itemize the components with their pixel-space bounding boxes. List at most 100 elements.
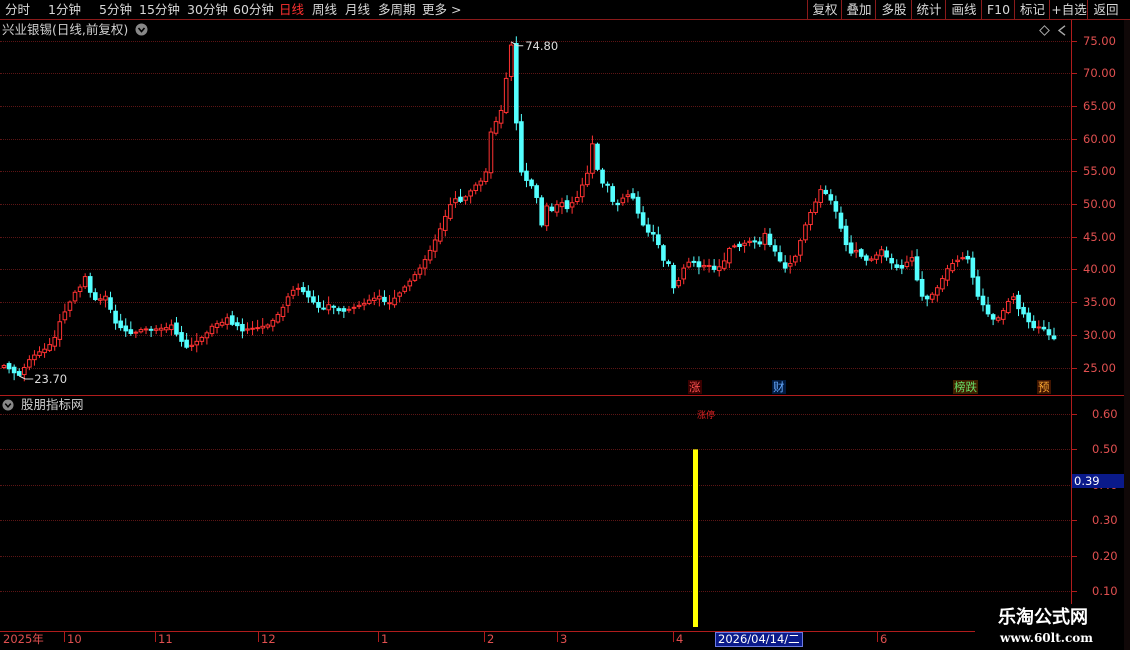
candle[interactable] [453, 191, 458, 208]
candle[interactable] [884, 246, 889, 261]
candle[interactable] [387, 295, 392, 310]
candle[interactable] [838, 206, 844, 233]
signal-tag-limit-up[interactable]: 涨 [688, 380, 702, 394]
candle[interactable] [727, 246, 732, 269]
candle[interactable] [574, 190, 580, 205]
candle[interactable] [635, 191, 641, 219]
candle[interactable] [615, 199, 621, 212]
candle[interactable] [458, 188, 463, 204]
period-tab-weekly[interactable]: 周线 [312, 2, 337, 17]
period-tab-timeshare[interactable]: 分时 [5, 2, 30, 17]
candle[interactable] [153, 325, 159, 335]
candle[interactable] [422, 255, 428, 276]
candle[interactable] [503, 72, 509, 115]
candle[interactable] [798, 238, 803, 262]
candle[interactable] [118, 313, 123, 331]
candle[interactable] [204, 330, 210, 345]
candle[interactable] [828, 189, 834, 205]
indicator-chart[interactable] [0, 396, 1070, 631]
add-watchlist-button[interactable]: +自选 [1049, 0, 1088, 19]
candle[interactable] [366, 294, 372, 306]
candle[interactable] [686, 257, 692, 269]
candle[interactable] [772, 239, 778, 257]
candle[interactable] [351, 303, 357, 315]
candle[interactable] [341, 305, 347, 318]
period-tab-more[interactable]: 更多 > [422, 2, 461, 17]
candle[interactable] [98, 293, 103, 305]
candle[interactable] [483, 168, 489, 185]
candle[interactable] [214, 320, 220, 334]
candle[interactable] [427, 245, 433, 264]
period-tab-monthly[interactable]: 月线 [345, 2, 370, 17]
candle[interactable] [16, 368, 22, 377]
candle[interactable] [52, 330, 58, 351]
candle[interactable] [285, 293, 291, 313]
candle[interactable] [1041, 320, 1047, 332]
candle[interactable] [448, 197, 453, 221]
candle[interactable] [858, 248, 864, 259]
draw-line-button[interactable]: 画线 [945, 0, 982, 19]
candle[interactable] [82, 273, 88, 290]
period-tab-1min[interactable]: 1分钟 [48, 2, 81, 17]
candle[interactable] [585, 165, 590, 188]
candle[interactable] [524, 162, 529, 188]
candle[interactable] [326, 296, 331, 315]
candle[interactable] [382, 290, 387, 306]
candle[interactable] [539, 195, 544, 228]
candle[interactable] [108, 291, 113, 314]
candle[interactable] [554, 200, 560, 217]
candle[interactable] [199, 335, 205, 346]
candle[interactable] [260, 318, 265, 334]
candle[interactable] [559, 197, 565, 215]
candle[interactable] [148, 326, 154, 338]
multi-stock-button[interactable]: 多股 [875, 0, 912, 19]
candle[interactable] [377, 289, 382, 307]
candle[interactable] [747, 237, 752, 247]
candle[interactable] [174, 316, 179, 337]
candle[interactable] [924, 294, 930, 307]
candle[interactable] [219, 318, 225, 328]
candle[interactable] [189, 337, 194, 351]
candle[interactable] [899, 259, 905, 275]
candle[interactable] [630, 188, 636, 201]
candle[interactable] [889, 253, 894, 270]
candle[interactable] [1000, 307, 1006, 325]
candle[interactable] [960, 252, 965, 261]
candle[interactable] [463, 195, 468, 205]
candle[interactable] [823, 185, 829, 196]
candle[interactable] [27, 355, 32, 371]
candle[interactable] [42, 343, 47, 358]
candle[interactable] [295, 283, 301, 296]
signal-tag-forecast[interactable]: 预 [1037, 380, 1051, 394]
candle[interactable] [47, 337, 52, 353]
candle[interactable] [529, 178, 534, 189]
candle[interactable] [706, 258, 712, 273]
candle[interactable] [407, 278, 413, 292]
candle[interactable] [600, 167, 605, 188]
candle[interactable] [371, 292, 377, 306]
candle[interactable] [579, 177, 585, 203]
candle[interactable] [1011, 293, 1016, 305]
candle[interactable] [1006, 298, 1011, 315]
candle[interactable] [128, 321, 134, 336]
statistics-button[interactable]: 统计 [911, 0, 946, 19]
candle[interactable] [909, 250, 915, 267]
candle[interactable] [762, 227, 768, 251]
candle[interactable] [72, 290, 78, 305]
candle[interactable] [417, 264, 423, 279]
candle[interactable] [331, 304, 337, 315]
candle[interactable] [143, 326, 149, 335]
candle[interactable] [650, 224, 656, 242]
period-tab-multi[interactable]: 多周期 [378, 2, 416, 17]
candle[interactable] [666, 259, 671, 267]
restore-rights-button[interactable]: 复权 [807, 0, 842, 19]
candle[interactable] [691, 256, 697, 267]
candle[interactable] [848, 235, 854, 257]
candle[interactable] [793, 254, 798, 266]
candle[interactable] [620, 193, 626, 206]
candle[interactable] [935, 284, 940, 302]
candle[interactable] [11, 364, 17, 381]
candle[interactable] [995, 315, 1001, 323]
candle[interactable] [874, 251, 879, 264]
candle[interactable] [661, 244, 666, 267]
